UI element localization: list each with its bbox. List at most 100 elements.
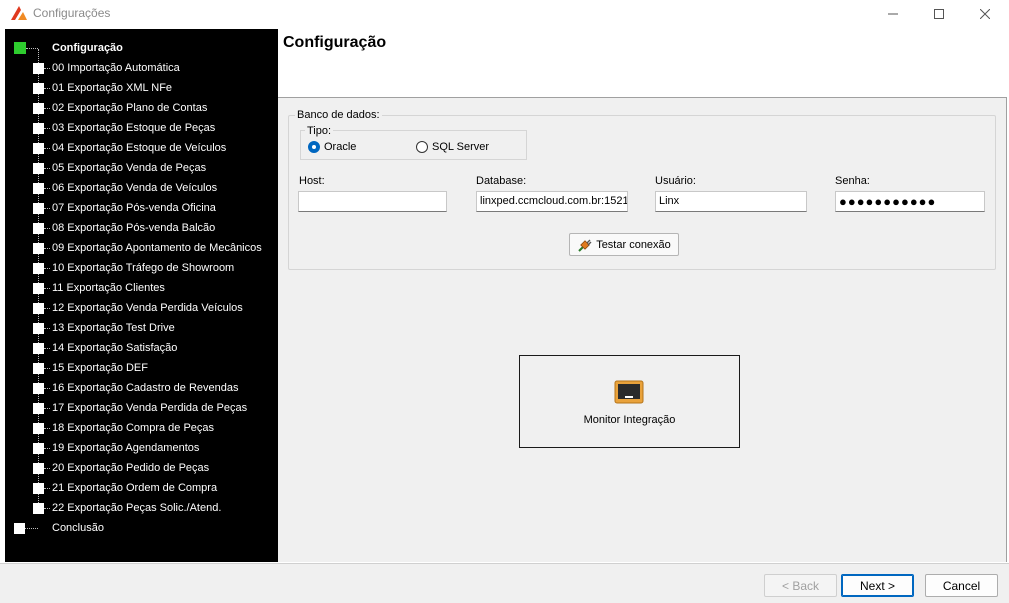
white-square-icon: [33, 423, 44, 434]
tree-branch: [44, 68, 50, 69]
white-square-icon: [33, 223, 44, 234]
tree-item-label: 15 Exportação DEF: [52, 362, 148, 374]
tree-item-label: 18 Exportação Compra de Peças: [52, 422, 215, 434]
test-connection-label: Testar conexão: [596, 238, 671, 251]
tree-item-label: 08 Exportação Pós-venda Balcão: [52, 222, 216, 234]
tree-item[interactable]: 21 Exportação Ordem de Compra: [5, 479, 278, 499]
tree-item[interactable]: 03 Exportação Estoque de Peças: [5, 119, 278, 139]
tree-item[interactable]: 20 Exportação Pedido de Peças: [5, 459, 278, 479]
white-square-icon: [33, 303, 44, 314]
tree-item-label: 22 Exportação Peças Solic./Atend.: [52, 502, 222, 514]
tree-item-conclusao[interactable]: Conclusão: [5, 519, 278, 539]
close-button[interactable]: [962, 0, 1008, 27]
close-icon: [980, 8, 990, 19]
tree-branch: [44, 388, 50, 389]
white-square-icon: [33, 403, 44, 414]
tree-item[interactable]: 14 Exportação Satisfação: [5, 339, 278, 359]
tree-item-label: 14 Exportação Satisfação: [52, 342, 178, 354]
content-panel: Banco de dados: Tipo: Oracle SQL Server …: [278, 97, 1007, 562]
host-field[interactable]: [298, 191, 447, 212]
tree-item-label: 09 Exportação Apontamento de Mecânicos: [52, 242, 262, 254]
minimize-icon: [888, 13, 898, 14]
tree-item[interactable]: 02 Exportação Plano de Contas: [5, 99, 278, 119]
tree-branch: [44, 488, 50, 489]
monitor-icon: [614, 380, 644, 404]
cancel-button[interactable]: Cancel: [925, 574, 998, 597]
tree-branch: [44, 148, 50, 149]
tree-item[interactable]: 15 Exportação DEF: [5, 359, 278, 379]
tree-item[interactable]: 00 Importação Automática: [5, 59, 278, 79]
tree-item-label: 16 Exportação Cadastro de Revendas: [52, 382, 239, 394]
tree-item-configuracao[interactable]: Configuração: [5, 29, 278, 54]
tree-item[interactable]: 05 Exportação Venda de Peças: [5, 159, 278, 179]
tree-branch: [44, 168, 50, 169]
white-square-icon: [33, 343, 44, 354]
tree-branch: [26, 48, 38, 49]
radio-sql-server[interactable]: SQL Server: [416, 140, 489, 154]
white-square-icon: [33, 123, 44, 134]
white-square-icon: [33, 503, 44, 514]
white-square-icon: [33, 163, 44, 174]
tree-item-label: 00 Importação Automática: [52, 62, 180, 74]
test-connection-button[interactable]: Testar conexão: [569, 233, 679, 256]
tree-item-label: 11 Exportação Clientes: [52, 282, 165, 294]
radio-oracle[interactable]: Oracle: [308, 140, 356, 154]
white-square-icon: [33, 383, 44, 394]
user-field[interactable]: Linx: [655, 191, 807, 212]
tree-item[interactable]: 04 Exportação Estoque de Veículos: [5, 139, 278, 159]
tree-item-label: 02 Exportação Plano de Contas: [52, 102, 208, 114]
white-square-icon: [33, 263, 44, 274]
tree-branch: [44, 288, 50, 289]
white-square-icon: [33, 83, 44, 94]
tree-item[interactable]: 18 Exportação Compra de Peças: [5, 419, 278, 439]
monitor-integration-button[interactable]: Monitor Integração: [519, 355, 740, 448]
tree-item[interactable]: 07 Exportação Pós-venda Oficina: [5, 199, 278, 219]
tree-branch: [44, 248, 50, 249]
app-logo-icon: [11, 6, 27, 20]
tree-item[interactable]: 22 Exportação Peças Solic./Atend.: [5, 499, 278, 519]
tree-branch: [44, 428, 50, 429]
tree-item-label: 10 Exportação Tráfego de Showroom: [52, 262, 235, 274]
radio-sql-server-label: SQL Server: [432, 141, 490, 153]
tree-item[interactable]: 08 Exportação Pós-venda Balcão: [5, 219, 278, 239]
tree-item[interactable]: 17 Exportação Venda Perdida de Peças: [5, 399, 278, 419]
tree-item[interactable]: 12 Exportação Venda Perdida Veículos: [5, 299, 278, 319]
tree-item[interactable]: 19 Exportação Agendamentos: [5, 439, 278, 459]
white-square-icon: [33, 63, 44, 74]
tree-branch: [44, 188, 50, 189]
white-square-icon: [33, 463, 44, 474]
white-square-icon: [33, 283, 44, 294]
tree-branch: [44, 408, 50, 409]
tree-branch: [44, 508, 50, 509]
tree-item-label: Conclusão: [52, 522, 104, 534]
tree-item[interactable]: 11 Exportação Clientes: [5, 279, 278, 299]
title-bar: Configurações: [0, 0, 1009, 27]
back-button[interactable]: < Back: [764, 574, 837, 597]
tree-item[interactable]: 09 Exportação Apontamento de Mecânicos: [5, 239, 278, 259]
tree-branch: [44, 128, 50, 129]
user-label: Usuário:: [655, 175, 696, 187]
tree-item-label: 03 Exportação Estoque de Peças: [52, 122, 216, 134]
plug-icon: [578, 239, 592, 252]
white-square-icon: [33, 143, 44, 154]
tree-item[interactable]: 13 Exportação Test Drive: [5, 319, 278, 339]
tree-item-label: 13 Exportação Test Drive: [52, 322, 175, 334]
database-field[interactable]: linxped.ccmcloud.com.br:1521: [476, 191, 628, 212]
tree-item[interactable]: 10 Exportação Tráfego de Showroom: [5, 259, 278, 279]
footer-divider: [0, 563, 1009, 564]
monitor-integration-label: Monitor Integração: [583, 414, 676, 426]
password-field[interactable]: ●●●●●●●●●●●: [835, 191, 985, 212]
tree-item-label: 07 Exportação Pós-venda Oficina: [52, 202, 216, 214]
tree-item[interactable]: 16 Exportação Cadastro de Revendas: [5, 379, 278, 399]
maximize-button[interactable]: [916, 0, 962, 27]
tree-branch: [44, 228, 50, 229]
next-button[interactable]: Next >: [841, 574, 914, 597]
tree-branch: [44, 208, 50, 209]
maximize-icon: [934, 8, 944, 19]
tree-item[interactable]: 01 Exportação XML NFe: [5, 79, 278, 99]
radio-unselected-icon: [416, 141, 428, 153]
tree-branch: [44, 468, 50, 469]
tree-item-label: 05 Exportação Venda de Peças: [52, 162, 207, 174]
minimize-button[interactable]: [870, 0, 916, 27]
tree-item[interactable]: 06 Exportação Venda de Veículos: [5, 179, 278, 199]
